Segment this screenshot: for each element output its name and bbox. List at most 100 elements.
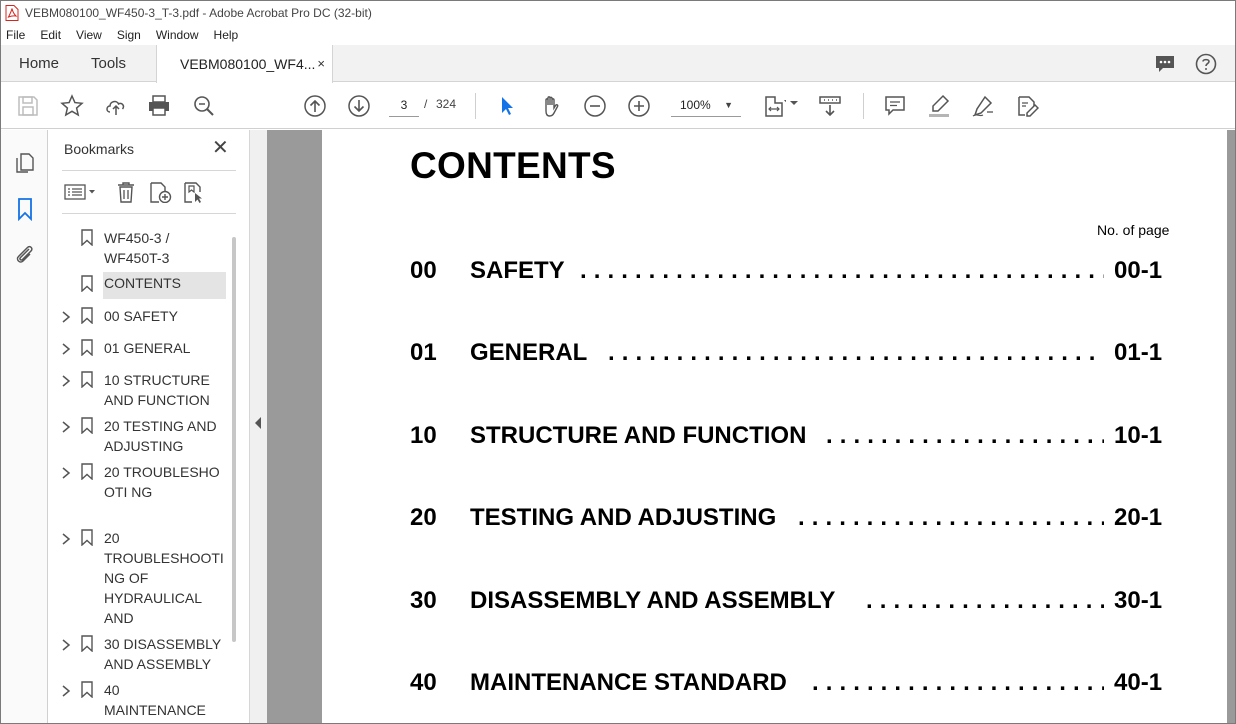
tab-document[interactable]: VEBM080100_WF4... × xyxy=(156,45,333,83)
bookmark-item[interactable]: 00 SAFETY xyxy=(49,306,233,328)
window-title: VEBM080100_WF450-3_T-3.pdf - Adobe Acrob… xyxy=(25,6,372,20)
menu-window[interactable]: Window xyxy=(155,28,200,42)
page-column-label: No. of page xyxy=(1097,222,1170,238)
bookmark-item-selected[interactable]: CONTENTS xyxy=(49,272,233,300)
page-thumbnails-icon[interactable] xyxy=(13,150,37,174)
page-total: 324 xyxy=(436,97,457,111)
close-icon[interactable]: ✕ xyxy=(212,138,229,158)
menu-view[interactable]: View xyxy=(75,28,103,42)
toc-row[interactable]: 40 MAINTENANCE STANDARD . . . . . . . . … xyxy=(410,669,1170,699)
arrow-up-circle-icon[interactable] xyxy=(303,94,327,118)
menu-file[interactable]: File xyxy=(5,28,26,42)
zoom-search-icon[interactable] xyxy=(192,94,216,118)
toc-leader: . . . . . . . . . . . . . . . . . . . . … xyxy=(812,669,1104,696)
toolbar-divider xyxy=(863,93,864,119)
toc-title: TESTING AND ADJUSTING xyxy=(470,504,777,531)
bookmark-icon xyxy=(81,371,93,388)
chevron-right-icon[interactable] xyxy=(61,533,71,545)
bookmark-item[interactable]: 40 MAINTENANCE xyxy=(49,680,233,720)
panel-splitter[interactable] xyxy=(249,130,267,723)
highlighter-icon[interactable] xyxy=(927,94,951,118)
tab-close-icon[interactable]: × xyxy=(317,56,325,71)
menu-edit[interactable]: Edit xyxy=(39,28,62,42)
comment-bubble-icon[interactable] xyxy=(1154,53,1176,75)
cursor-arrow-icon[interactable] xyxy=(495,94,519,118)
toc-number: 01 xyxy=(410,339,437,366)
new-bookmark-icon[interactable] xyxy=(148,181,172,203)
toc-row[interactable]: 00 SAFETY . . . . . . . . . . . . . . . … xyxy=(410,257,1170,287)
fit-page-icon[interactable] xyxy=(762,94,786,118)
chevron-right-icon[interactable] xyxy=(61,311,71,323)
printer-icon[interactable] xyxy=(147,94,171,118)
bookmark-panel-icon[interactable] xyxy=(13,197,37,221)
bookmark-icon xyxy=(81,529,93,546)
tab-tools[interactable]: Tools xyxy=(91,45,126,82)
toc-page: 00-1 xyxy=(1114,257,1163,284)
toc-leader: . . . . . . . . . . . . . . . . . . . . … xyxy=(826,422,1104,449)
hand-icon[interactable] xyxy=(539,94,563,118)
chevron-right-icon[interactable] xyxy=(61,343,71,355)
tab-home[interactable]: Home xyxy=(19,45,59,82)
minus-circle-icon[interactable] xyxy=(583,94,607,118)
pen-sign-icon[interactable] xyxy=(971,94,995,118)
help-circle-icon[interactable] xyxy=(1195,53,1217,75)
plus-circle-icon[interactable] xyxy=(627,94,651,118)
bookmark-options-icon[interactable] xyxy=(64,181,98,203)
bookmarks-scrollbar[interactable] xyxy=(232,237,236,642)
bookmark-item[interactable]: 20 TROUBLESHOOTI NG OF HYDRAULICAL AND xyxy=(49,528,233,628)
tab-bar: Home Tools VEBM080100_WF4... × xyxy=(1,45,1235,83)
left-navigation-rail xyxy=(1,130,48,723)
toc-title: GENERAL xyxy=(470,339,588,366)
toc-row[interactable]: 30 DISASSEMBLY AND ASSEMBLY . . . . . . … xyxy=(410,587,1170,617)
page-separator: / xyxy=(424,97,428,111)
menu-sign[interactable]: Sign xyxy=(116,28,142,42)
menu-bar: File Edit View Sign Window Help xyxy=(1,25,1235,45)
chevron-right-icon[interactable] xyxy=(61,421,71,433)
toc-title: SAFETY xyxy=(470,257,565,284)
bookmark-item[interactable]: 20 TESTING AND ADJUSTING xyxy=(49,416,233,456)
star-icon[interactable] xyxy=(60,94,84,118)
paperclip-attachments-icon[interactable] xyxy=(13,243,37,267)
bookmark-item[interactable]: WF450-3 / WF450T-3 xyxy=(49,228,233,268)
toc-page: 10-1 xyxy=(1114,422,1163,449)
save-icon[interactable] xyxy=(16,94,40,118)
chevron-right-icon[interactable] xyxy=(61,639,71,651)
bookmark-item[interactable]: 20 TROUBLESHOOTI NG xyxy=(49,462,233,522)
bookmark-from-selection-icon[interactable] xyxy=(182,181,206,203)
page-number-input[interactable]: 3 xyxy=(389,93,419,117)
upload-cloud-icon[interactable] xyxy=(104,94,128,118)
document-viewport[interactable]: CONTENTS No. of page 00 SAFETY . . . . .… xyxy=(267,130,1235,723)
menu-help[interactable]: Help xyxy=(213,28,240,42)
zoom-level-dropdown[interactable]: 100% ▼ xyxy=(671,93,741,117)
acrobat-pdf-icon xyxy=(5,5,19,21)
bookmark-icon xyxy=(81,635,93,652)
bookmarks-header: Bookmarks xyxy=(64,141,135,157)
chevron-right-icon[interactable] xyxy=(61,685,71,697)
toc-row[interactable]: 20 TESTING AND ADJUSTING . . . . . . . .… xyxy=(410,504,1170,534)
toc-row[interactable]: 01 GENERAL . . . . . . . . . . . . . . .… xyxy=(410,339,1170,369)
collapse-panel-icon[interactable] xyxy=(255,417,262,429)
chevron-right-icon[interactable] xyxy=(61,467,71,479)
toc-row[interactable]: 10 STRUCTURE AND FUNCTION . . . . . . . … xyxy=(410,422,1170,452)
bookmark-item[interactable]: 01 GENERAL xyxy=(49,338,233,360)
scroll-mode-icon[interactable] xyxy=(818,94,842,118)
zoom-level-value: 100% xyxy=(680,98,711,112)
title-bar: VEBM080100_WF450-3_T-3.pdf - Adobe Acrob… xyxy=(1,1,1235,25)
bookmark-item[interactable]: 30 DISASSEMBLY AND ASSEMBLY xyxy=(49,634,233,674)
bookmark-icon xyxy=(81,417,93,434)
chevron-right-icon[interactable] xyxy=(61,375,71,387)
delete-bookmark-icon[interactable] xyxy=(114,181,138,203)
bookmark-label: 20 TROUBLESHOOTI NG xyxy=(104,464,220,500)
fit-page-dropdown-icon[interactable] xyxy=(789,98,799,108)
bookmark-label: 40 MAINTENANCE xyxy=(104,682,206,718)
toc-number: 40 xyxy=(410,669,437,696)
edit-pdf-icon[interactable] xyxy=(1015,94,1039,118)
toc-leader: . . . . . . . . . . . . . . . . . . xyxy=(866,587,1104,614)
toc-number: 10 xyxy=(410,422,437,449)
bookmark-icon xyxy=(81,307,93,324)
toc-title: STRUCTURE AND FUNCTION xyxy=(470,422,807,449)
comment-icon[interactable] xyxy=(883,94,907,118)
arrow-down-circle-icon[interactable] xyxy=(347,94,371,118)
bookmark-item[interactable]: 10 STRUCTURE AND FUNCTION xyxy=(49,370,233,410)
toc-number: 30 xyxy=(410,587,437,614)
